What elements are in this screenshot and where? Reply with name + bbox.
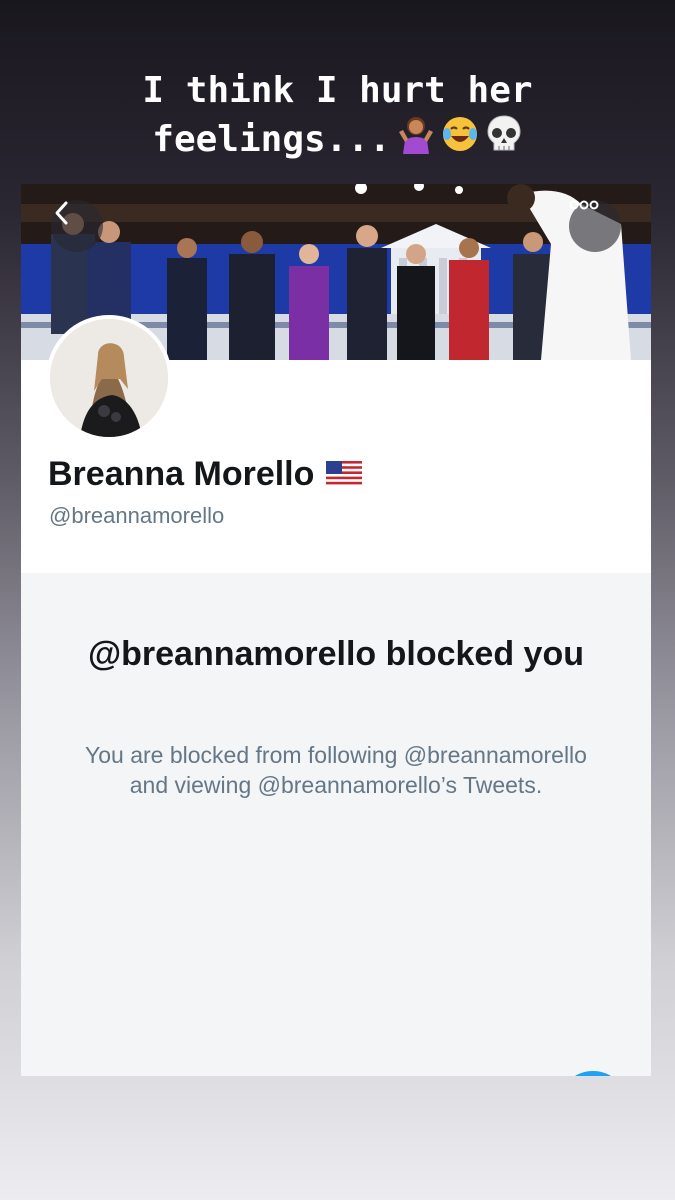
back-button[interactable] [51, 200, 103, 252]
blocked-message: You are blocked from following @breannam… [85, 742, 587, 798]
person-shrugging-emoji [397, 114, 435, 166]
avatar[interactable] [46, 315, 172, 441]
more-options-button[interactable] [569, 200, 621, 252]
caption-line-2-row: feelings... [152, 114, 522, 166]
blocked-title: @breannamorello blocked you [87, 635, 585, 673]
face-with-tears-of-joy-emoji [441, 115, 479, 165]
display-name: Breanna Morello [48, 455, 315, 493]
profile-handle: @breannamorello [49, 503, 225, 528]
story-caption: I think I hurt her feelings... [0, 68, 675, 166]
us-flag-icon [326, 455, 363, 494]
skull-emoji [485, 114, 523, 166]
caption-line-1: I think I hurt her [142, 70, 533, 111]
display-name-row: Breanna Morello [48, 455, 363, 494]
profile-card: Breanna Morello @breannamorello @breanna… [21, 184, 651, 1076]
caption-line-2: feelings... [152, 119, 391, 160]
compose-tweet-button[interactable] [558, 1071, 628, 1076]
